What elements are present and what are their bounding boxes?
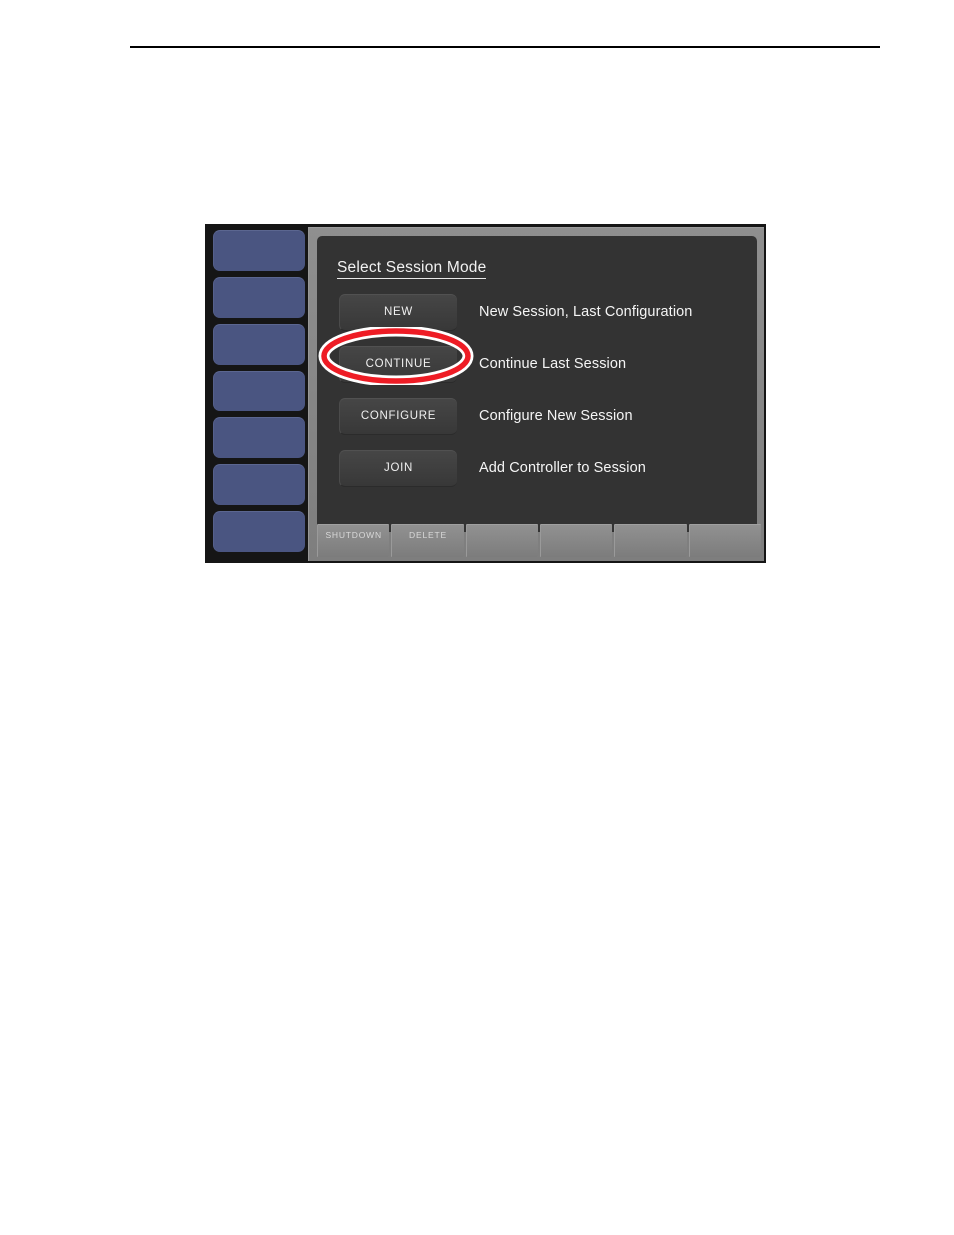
mode-row-continue: CONTINUE Continue Last Session — [317, 338, 757, 390]
new-session-description: New Session, Last Configuration — [479, 304, 693, 320]
softkey-2[interactable] — [213, 276, 305, 318]
mode-row-join: JOIN Add Controller to Session — [317, 442, 757, 494]
continue-session-button[interactable]: CONTINUE — [339, 345, 457, 383]
continue-session-description: Continue Last Session — [479, 356, 627, 372]
join-session-description: Add Controller to Session — [479, 460, 646, 476]
shutdown-key[interactable]: SHUTDOWN — [317, 524, 390, 557]
configure-session-description: Configure New Session — [479, 408, 633, 424]
softkey-4[interactable] — [213, 370, 305, 412]
blank-key-4[interactable] — [539, 524, 613, 557]
delete-key[interactable]: DELETE — [391, 524, 464, 557]
mode-row-configure: CONFIGURE Configure New Session — [317, 390, 757, 442]
new-session-button[interactable]: NEW — [339, 293, 457, 331]
control-panel: Select Session Mode NEW New Session, Las… — [205, 224, 766, 563]
page-header-rule — [130, 46, 880, 48]
blank-key-6[interactable] — [688, 524, 761, 557]
softkey-1[interactable] — [213, 230, 305, 271]
configure-session-button[interactable]: CONFIGURE — [339, 397, 457, 435]
screen-bezel: Select Session Mode NEW New Session, Las… — [308, 227, 764, 561]
softkey-5[interactable] — [213, 417, 305, 459]
blank-key-5[interactable] — [614, 524, 687, 557]
blank-key-3[interactable] — [465, 524, 538, 557]
session-mode-dialog: Select Session Mode NEW New Session, Las… — [317, 236, 757, 532]
softkey-6[interactable] — [213, 464, 305, 506]
join-session-button[interactable]: JOIN — [339, 449, 457, 487]
session-mode-list: NEW New Session, Last Configuration CONT… — [317, 286, 757, 494]
softkey-column — [213, 230, 305, 558]
softkey-3[interactable] — [213, 323, 305, 365]
mode-row-new: NEW New Session, Last Configuration — [317, 286, 757, 338]
bottom-key-bar: SHUTDOWN DELETE — [317, 524, 761, 557]
dialog-title: Select Session Mode — [337, 259, 487, 279]
softkey-7[interactable] — [213, 511, 305, 553]
